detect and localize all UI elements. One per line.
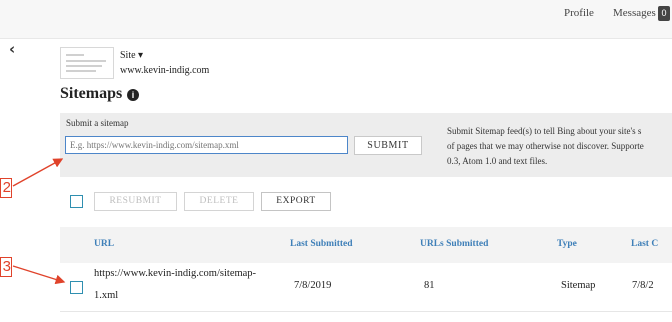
callout-2: 2 xyxy=(0,178,12,198)
arrow-to-input xyxy=(12,158,64,187)
arrow-to-row-checkbox xyxy=(12,265,66,285)
callout-3: 3 xyxy=(0,257,12,277)
annotation-arrows xyxy=(12,158,66,285)
